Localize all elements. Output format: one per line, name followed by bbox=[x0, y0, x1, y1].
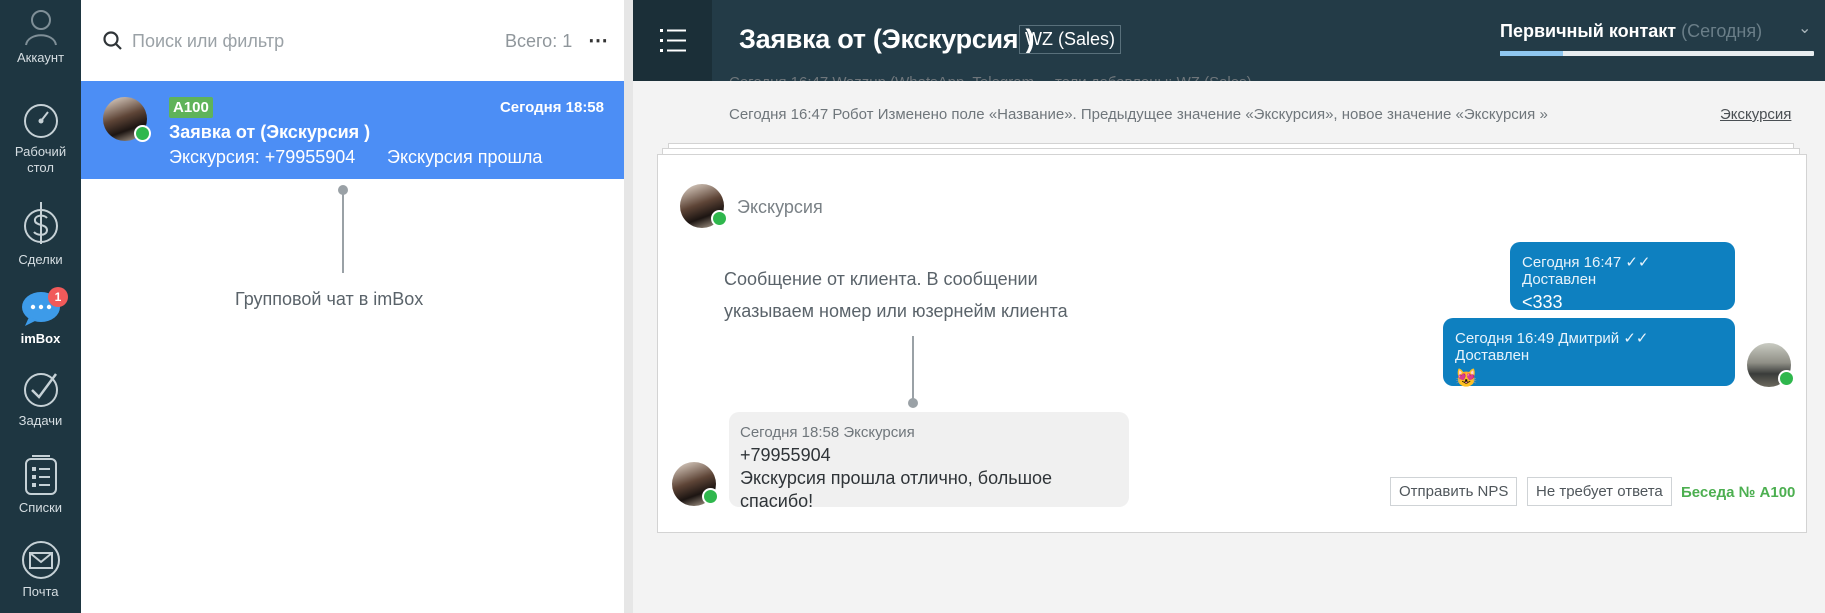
checkmark-icon bbox=[23, 373, 58, 407]
feed-note: Сегодня 16:47 Робот Изменено поле «Назва… bbox=[729, 106, 1548, 123]
incoming-message: Сегодня 18:58 Экскурсия +79955904 Экскур… bbox=[729, 412, 1129, 511]
message-text: Экскурсия прошла отлично, большое спасиб… bbox=[740, 468, 1053, 511]
conversation-status: Экскурсия прошла bbox=[387, 147, 543, 167]
search-input[interactable] bbox=[132, 26, 452, 56]
panel-divider bbox=[624, 0, 633, 613]
nav-label-lists: Списки bbox=[18, 500, 63, 515]
annotation-line-2: указываем номер или юзернейм клиента bbox=[724, 301, 1068, 321]
message-meta: Сегодня 16:49 Дмитрий ✓✓ Доставлен bbox=[1455, 330, 1649, 364]
message-text: 😻 bbox=[1455, 368, 1478, 388]
nav-label-deals: Сделки bbox=[18, 252, 63, 267]
conversation-subtitle: Экскурсия: +79955904 bbox=[169, 147, 356, 167]
more-options-icon[interactable]: ⋯ bbox=[588, 28, 608, 53]
feed-note: Сегодня 16:47 Wazzup (WhatsApp, Telegram… bbox=[729, 74, 1252, 91]
chevron-down-icon[interactable]: ⌄ bbox=[1798, 18, 1811, 38]
client-message-annotation: Сообщение от клиента. В сообщении указыв… bbox=[724, 263, 1068, 327]
imbox-badge: 1 bbox=[48, 287, 68, 307]
search-bar: Всего: 1 ⋯ bbox=[81, 0, 624, 81]
dollar-icon bbox=[23, 202, 58, 244]
nav-label-mail: Почта bbox=[22, 584, 59, 599]
conversation-title: Заявка от (Экскурсия ) bbox=[169, 122, 371, 142]
group-chat-annotation: Групповой чат в imBox bbox=[235, 289, 424, 309]
annotation-line-1: Сообщение от клиента. В сообщении bbox=[724, 269, 1038, 289]
nav-dashboard[interactable]: Рабочий стол bbox=[0, 102, 81, 176]
message-text: <333 bbox=[1522, 292, 1563, 312]
feed-note-link[interactable]: Экскурсия bbox=[1720, 106, 1791, 123]
annotation-line bbox=[912, 336, 914, 402]
nav-tasks[interactable]: Задачи bbox=[0, 371, 81, 429]
outgoing-message: Сегодня 16:49 Дмитрий ✓✓ Доставлен 😻 bbox=[1443, 318, 1735, 388]
whatsapp-icon bbox=[711, 210, 728, 227]
nav-mail[interactable]: Почта bbox=[0, 540, 81, 600]
annotation-line bbox=[342, 190, 344, 273]
total-count: Всего: 1 bbox=[505, 31, 573, 51]
main-nav: Аккаунт Рабочий стол Сделки 1 imBox Зада… bbox=[0, 0, 81, 613]
conversation-item[interactable]: A100 Сегодня 18:58 Заявка от (Экскурсия … bbox=[81, 81, 624, 179]
send-nps-button[interactable]: Отправить NPS bbox=[1390, 477, 1518, 506]
nav-deals[interactable]: Сделки bbox=[0, 200, 81, 268]
lead-title[interactable]: Заявка от (Экскурсия ) bbox=[739, 24, 1034, 55]
stage-progress-fill bbox=[1500, 51, 1563, 56]
lead-header: Заявка от (Экскурсия ) WZ (Sales) Первич… bbox=[633, 0, 1825, 81]
nav-label-imbox: imBox bbox=[20, 331, 61, 346]
conversation-tag: A100 bbox=[169, 97, 213, 118]
list-menu-icon bbox=[660, 29, 686, 52]
pipeline-badge[interactable]: WZ (Sales) bbox=[1019, 25, 1121, 54]
whatsapp-icon bbox=[134, 125, 151, 142]
whatsapp-icon bbox=[1778, 370, 1795, 387]
stage-selector[interactable]: Первичный контакт (Сегодня) bbox=[1500, 21, 1762, 42]
account-icon bbox=[24, 10, 57, 46]
search-icon[interactable] bbox=[103, 31, 123, 51]
mail-icon bbox=[21, 541, 60, 579]
no-reply-button[interactable]: Не требует ответа bbox=[1527, 477, 1672, 506]
stage-name: Первичный контакт bbox=[1500, 21, 1677, 41]
conversation-list-panel: Всего: 1 ⋯ A100 Сегодня 18:58 Заявка от … bbox=[81, 0, 624, 613]
stage-date: (Сегодня) bbox=[1681, 21, 1763, 41]
conversation-number[interactable]: Беседа № A100 bbox=[1681, 484, 1795, 501]
message-meta: Сегодня 16:47 ✓✓ Доставлен bbox=[1522, 254, 1651, 288]
message-meta: Сегодня 18:58 Экскурсия bbox=[740, 424, 915, 441]
conversation-time: Сегодня 18:58 bbox=[499, 99, 604, 116]
list-icon bbox=[24, 455, 57, 495]
annotation-dot bbox=[908, 398, 918, 408]
nav-imbox[interactable]: 1 imBox bbox=[0, 287, 81, 347]
nav-account[interactable]: Аккаунт bbox=[0, 8, 81, 66]
outgoing-message: Сегодня 16:47 ✓✓ Доставлен <333 bbox=[1510, 242, 1735, 312]
nav-label-account: Аккаунт bbox=[16, 50, 65, 65]
message-phone: +79955904 bbox=[740, 445, 831, 465]
stage-progress-bar bbox=[1500, 51, 1814, 56]
menu-button[interactable] bbox=[633, 0, 712, 81]
nav-label-tasks: Задачи bbox=[18, 413, 63, 428]
whatsapp-icon bbox=[702, 488, 719, 505]
chat-contact-name[interactable]: Экскурсия bbox=[737, 197, 823, 218]
dashboard-icon bbox=[23, 104, 58, 138]
nav-label-dashboard: Рабочий стол bbox=[14, 144, 67, 175]
nav-lists[interactable]: Списки bbox=[0, 454, 81, 516]
